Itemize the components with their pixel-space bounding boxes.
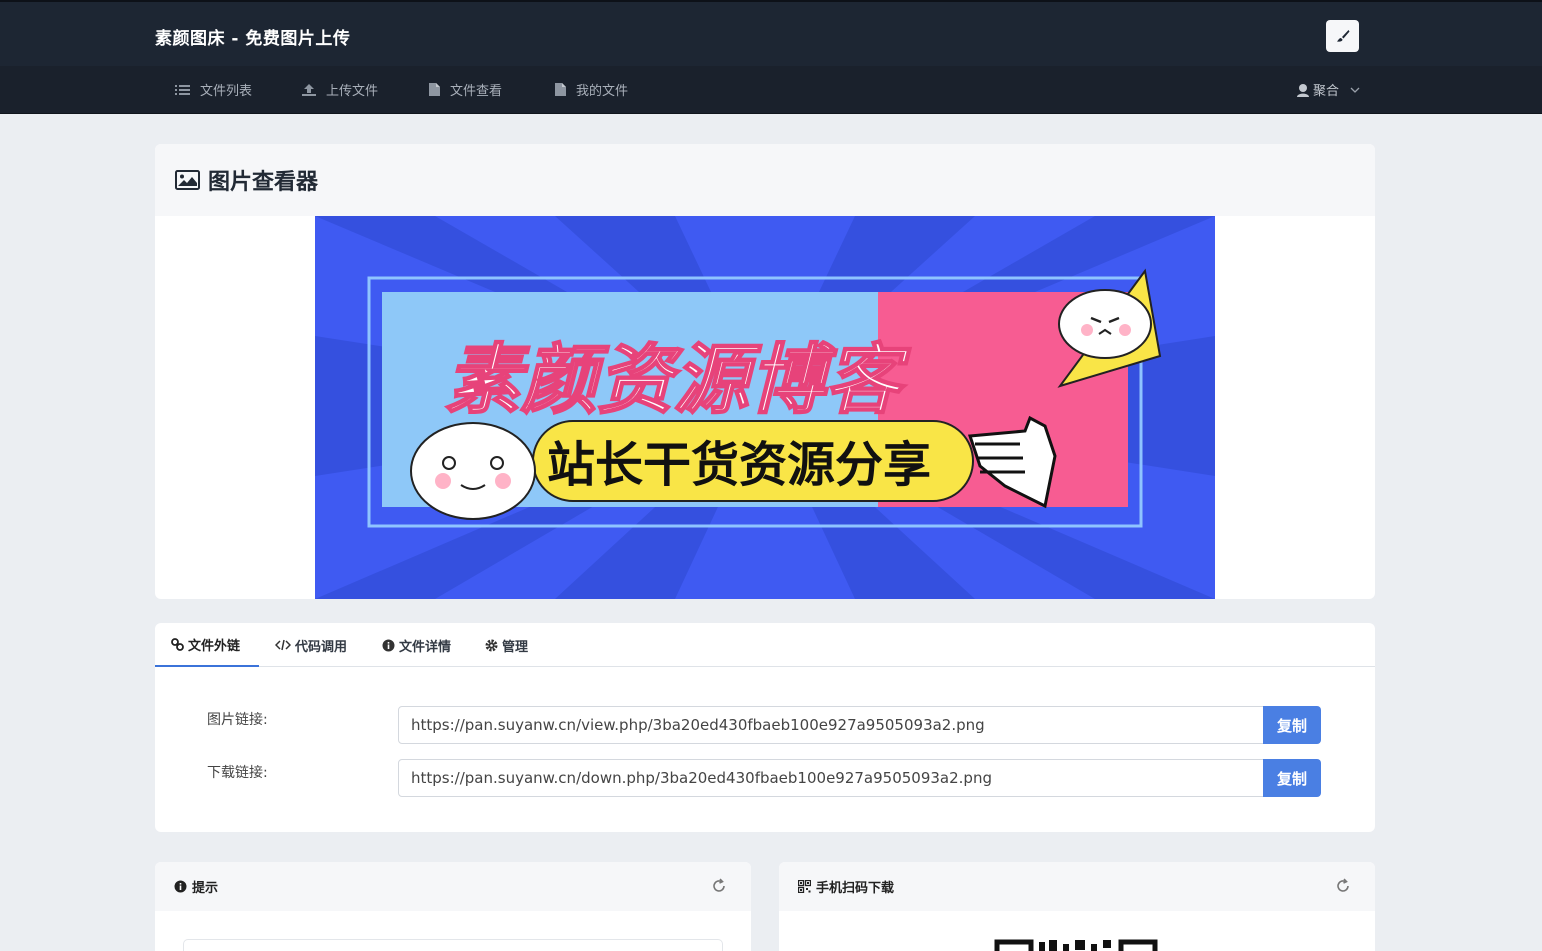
preview-image[interactable]: 素颜资源博客 站长干货资源分享	[315, 216, 1215, 599]
image-icon	[175, 170, 200, 190]
qr-download-card: 手机扫码下载	[779, 862, 1375, 951]
nav-item-my-files[interactable]: 我的文件	[554, 80, 628, 99]
nav-item-label: 上传文件	[326, 84, 379, 99]
site-brand[interactable]: 素颜图床 - 免费图片上传	[155, 24, 350, 49]
image-viewer-card: 图片查看器 素颜资源博客 站长干货资源分享	[155, 144, 1375, 599]
tip-card-header: 提示	[155, 862, 751, 911]
nav-item-label: 文件查看	[450, 84, 503, 99]
info-icon	[174, 880, 187, 893]
top-header: 素颜图床 - 免费图片上传	[0, 0, 1542, 66]
banner-headline: 素颜资源博客	[445, 335, 911, 424]
banner-graphic: 素颜资源博客 站长干货资源分享	[315, 216, 1215, 599]
upload-icon	[302, 83, 316, 96]
tab-file-details[interactable]: 文件详情	[366, 623, 467, 667]
tip-card-title: 提示	[192, 881, 219, 896]
qr-code-image	[994, 939, 1158, 951]
user-menu[interactable]: 聚合	[1296, 80, 1362, 99]
brush-icon	[1336, 30, 1349, 42]
user-menu-label: 聚合	[1313, 84, 1340, 99]
tab-manage[interactable]: 管理	[469, 623, 544, 667]
download-link-label: 下载链接:	[207, 765, 268, 781]
theme-toggle-button[interactable]	[1326, 20, 1359, 52]
viewer-title: 图片查看器	[208, 170, 319, 195]
chevron-down-icon	[1350, 87, 1360, 93]
list-icon	[175, 84, 190, 95]
qr-card-title: 手机扫码下载	[816, 881, 895, 896]
qr-card-header: 手机扫码下载	[779, 862, 1375, 911]
tip-content-box	[183, 939, 723, 951]
user-icon	[1297, 83, 1309, 97]
tip-card: 提示	[155, 862, 751, 951]
refresh-icon[interactable]	[1335, 878, 1351, 894]
link-tabs: 文件外链 代码调用 文件详情 管理	[155, 623, 1375, 667]
nav-item-upload[interactable]: 上传文件	[301, 80, 378, 99]
download-link-field[interactable]: https://pan.suyanw.cn/down.php/3ba20ed43…	[398, 759, 1264, 797]
qrcode-icon	[798, 880, 811, 893]
tab-label: 代码调用	[295, 639, 348, 655]
tab-file-link[interactable]: 文件外链	[155, 623, 259, 667]
tab-label: 文件详情	[399, 639, 452, 655]
nav-item-file-view[interactable]: 文件查看	[428, 80, 502, 99]
file-icon	[555, 83, 566, 96]
info-icon	[382, 639, 395, 651]
copy-download-link-button[interactable]: 复制	[1263, 759, 1321, 797]
copy-image-link-button[interactable]: 复制	[1263, 706, 1321, 744]
banner-subline: 站长干货资源分享	[547, 437, 931, 493]
file-links-card: 文件外链 代码调用 文件详情 管理 图片链接: https://pan.suya…	[155, 623, 1375, 832]
nav-item-label: 文件列表	[200, 84, 253, 99]
refresh-icon[interactable]	[711, 878, 727, 894]
tab-label: 管理	[502, 639, 529, 655]
viewer-header: 图片查看器	[155, 144, 1375, 216]
code-icon	[275, 639, 291, 651]
link-icon	[171, 637, 184, 651]
tab-code-embed[interactable]: 代码调用	[259, 623, 363, 667]
file-icon	[429, 83, 440, 96]
nav-item-file-list[interactable]: 文件列表	[175, 80, 252, 99]
nav-item-label: 我的文件	[576, 84, 629, 99]
tab-label: 文件外链	[188, 638, 241, 654]
main-nav: 文件列表 上传文件 文件查看 我的文件 聚合	[0, 66, 1542, 114]
gear-icon	[485, 639, 498, 651]
image-link-field[interactable]: https://pan.suyanw.cn/view.php/3ba20ed43…	[398, 706, 1264, 744]
image-link-label: 图片链接:	[207, 712, 268, 728]
